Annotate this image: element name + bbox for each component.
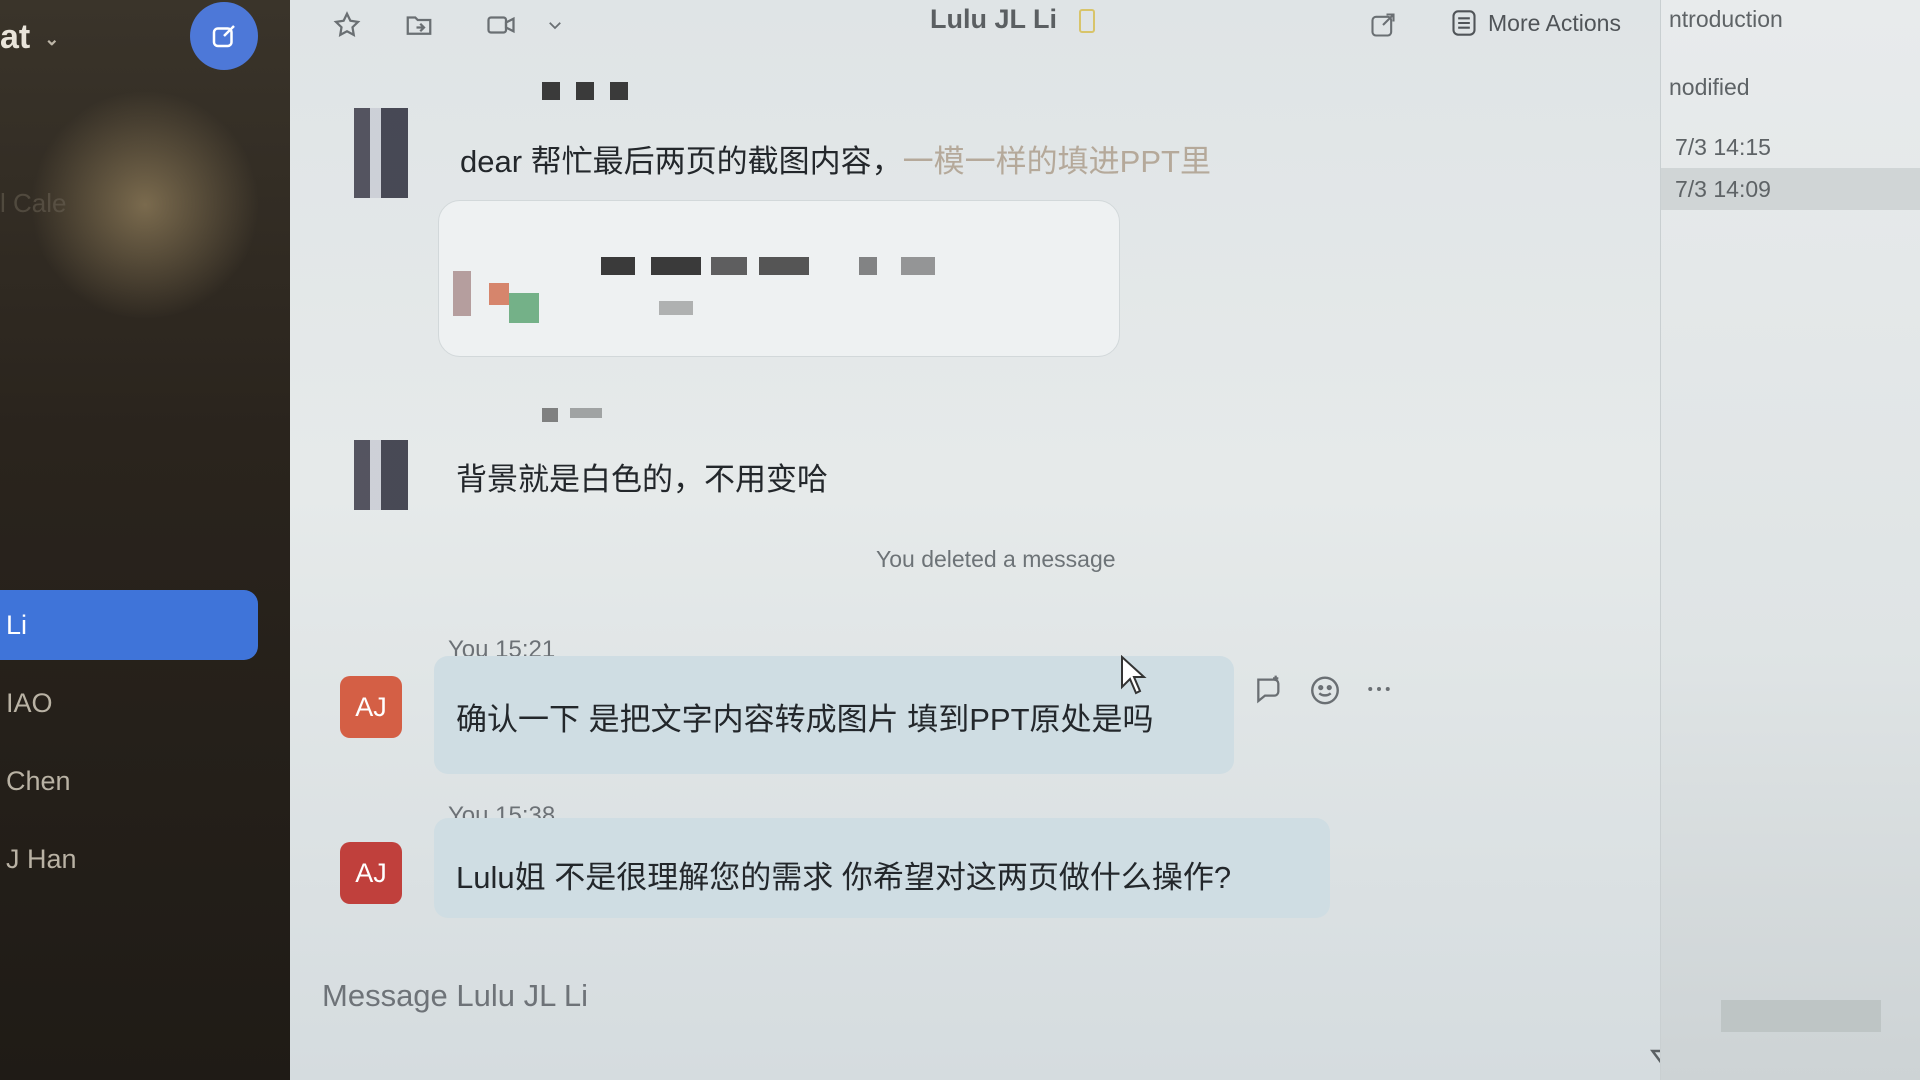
row-modified-time[interactable]: 7/3 14:09 bbox=[1675, 176, 1771, 203]
file-info-panel: ntroduction nodified 7/3 14:15 7/3 14:09 bbox=[1660, 0, 1920, 1080]
emoji-icon[interactable] bbox=[1308, 672, 1342, 706]
compose-button[interactable] bbox=[190, 2, 258, 70]
chevron-down-icon[interactable] bbox=[538, 8, 572, 42]
sender-name-redacted bbox=[542, 82, 632, 100]
sidebar-title-label: at bbox=[0, 18, 31, 56]
chat-title: Lulu JL Li bbox=[930, 4, 1095, 35]
column-header-modified[interactable]: nodified bbox=[1669, 74, 1750, 101]
message-text-main: dear 帮忙最后两页的截图内容， bbox=[460, 144, 903, 179]
more-icon[interactable] bbox=[1364, 674, 1394, 704]
message-text: Lulu姐 不是很理解您的需求 你希望对这两页做什么操作? bbox=[456, 860, 1232, 895]
chevron-down-icon: ⌄ bbox=[44, 28, 60, 49]
avatar[interactable] bbox=[354, 108, 408, 198]
sidebar-item-han[interactable]: J Han bbox=[0, 824, 258, 894]
compose-icon bbox=[212, 25, 235, 48]
avatar[interactable]: AJ bbox=[340, 676, 402, 738]
message-time-redacted bbox=[542, 408, 602, 422]
sidebar-item-lulu[interactable]: Li bbox=[0, 590, 258, 660]
column-header-introduction[interactable]: ntroduction bbox=[1669, 6, 1783, 33]
message-text: 确认一下 是把文字内容转成图片 填到PPT原处是吗 bbox=[456, 702, 1154, 737]
row-modified-time[interactable]: 7/3 14:15 bbox=[1675, 134, 1771, 161]
more-actions-button[interactable]: More Actions bbox=[1450, 8, 1621, 38]
sidebar-item-label: Chen bbox=[6, 765, 71, 796]
sidebar-item-label: IAO bbox=[6, 687, 53, 718]
more-actions-label: More Actions bbox=[1488, 9, 1621, 36]
message-text: 背景就是白色的，不用变哈 bbox=[456, 462, 828, 497]
star-icon[interactable] bbox=[330, 8, 364, 42]
status-badge bbox=[1078, 8, 1095, 33]
sidebar-item-chen[interactable]: Chen bbox=[0, 746, 258, 816]
folder-icon[interactable] bbox=[402, 8, 436, 42]
panel-footer-bar bbox=[1721, 1000, 1881, 1032]
avatar[interactable] bbox=[354, 440, 408, 510]
video-call-icon[interactable] bbox=[484, 8, 518, 42]
sidebar: at ⌄ l Cale Li IAO Chen J Han bbox=[0, 0, 290, 1080]
message-text-faint: 一模一样的填进PPT里 bbox=[902, 144, 1211, 179]
mouse-cursor-icon bbox=[1121, 655, 1147, 695]
system-notice: You deleted a message bbox=[876, 546, 1116, 572]
shared-link-card[interactable] bbox=[438, 200, 1120, 357]
message-input[interactable]: Message Lulu JL Li bbox=[322, 978, 588, 1014]
message-text: dear 帮忙最后两页的截图内容，一模一样的填进PPT里 bbox=[460, 136, 1211, 181]
share-out-icon[interactable] bbox=[1366, 8, 1400, 42]
chat-toolbar: Lulu JL Li More Actions bbox=[290, 0, 1710, 52]
list-icon bbox=[1452, 10, 1476, 36]
sidebar-item-label: Li bbox=[6, 609, 28, 640]
sidebar-title[interactable]: at ⌄ bbox=[0, 18, 59, 57]
chat-title-label: Lulu JL Li bbox=[930, 4, 1057, 34]
sidebar-item-label: J Han bbox=[6, 843, 77, 874]
sidebar-faded-item: l Cale bbox=[0, 188, 67, 218]
message-actions bbox=[1252, 672, 1394, 706]
chat-panel: Lulu JL Li More Actions dear 帮忙最后两页的截图内容… bbox=[290, 0, 1710, 1080]
sidebar-item-iao[interactable]: IAO bbox=[0, 668, 258, 738]
avatar[interactable]: AJ bbox=[340, 842, 402, 904]
reply-icon[interactable] bbox=[1252, 673, 1286, 705]
